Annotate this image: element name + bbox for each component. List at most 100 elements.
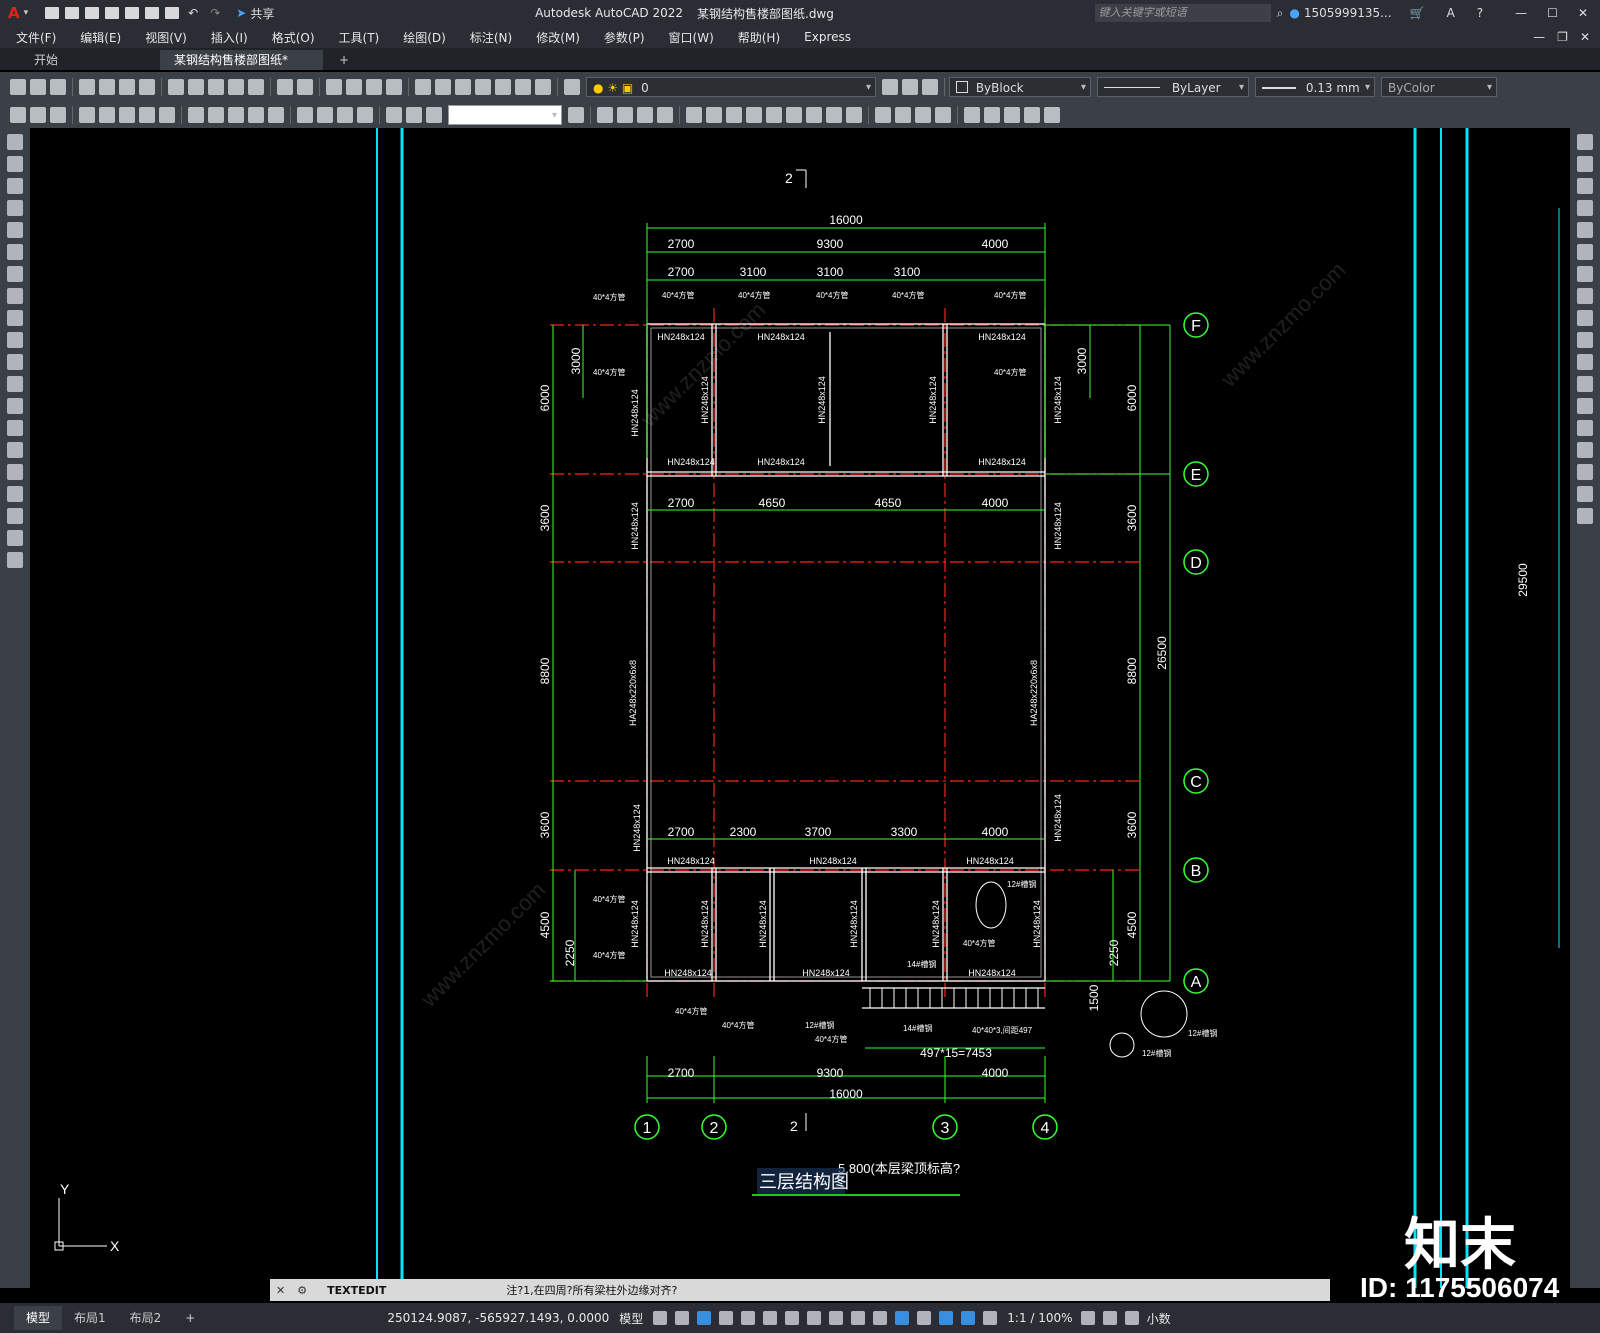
make-block-icon[interactable] xyxy=(7,398,23,414)
menu-draw[interactable]: 绘图(D) xyxy=(391,29,458,46)
save-as-icon[interactable] xyxy=(105,7,120,19)
menu-help[interactable]: 帮助(H) xyxy=(726,29,792,46)
join-icon[interactable] xyxy=(1577,420,1593,436)
diameter-dim-icon[interactable] xyxy=(139,107,155,123)
jogged-dim-icon[interactable] xyxy=(119,107,135,123)
menu-file[interactable]: 文件(F) xyxy=(0,29,68,46)
hatch-back-icon[interactable] xyxy=(1044,107,1060,123)
color-dropdown[interactable]: ByBlock xyxy=(949,77,1091,98)
layout-tab-2[interactable]: 布局2 xyxy=(118,1306,174,1330)
doc-minimize-icon[interactable]: — xyxy=(1533,30,1545,44)
zoom-window-icon[interactable] xyxy=(366,79,382,95)
open-icon[interactable] xyxy=(30,79,46,95)
web-open-icon[interactable] xyxy=(125,7,140,19)
sheet-set-icon[interactable] xyxy=(475,79,491,95)
search-icon[interactable]: ⌕ xyxy=(1277,6,1284,21)
menu-edit[interactable]: 编辑(E) xyxy=(68,29,133,46)
zoom-realtime-icon[interactable] xyxy=(346,79,362,95)
lineweight-icon[interactable] xyxy=(807,1311,822,1325)
stretch-icon[interactable] xyxy=(1577,310,1593,326)
blend-curves-icon[interactable] xyxy=(1577,486,1593,502)
array-icon[interactable] xyxy=(1577,222,1593,238)
fillet-icon[interactable] xyxy=(1577,464,1593,480)
center-mark-icon[interactable] xyxy=(317,107,333,123)
close-icon[interactable]: ✕ xyxy=(1578,6,1588,20)
share-button[interactable]: 共享 xyxy=(250,5,274,22)
menu-window[interactable]: 窗口(W) xyxy=(657,29,726,46)
help-icon[interactable]: ? xyxy=(1477,6,1483,20)
3d-dwf-icon[interactable] xyxy=(139,79,155,95)
plot-icon[interactable] xyxy=(79,79,95,95)
doc-restore-icon[interactable]: ❐ xyxy=(1557,30,1568,44)
open-file-icon[interactable] xyxy=(65,7,80,19)
dim-space-icon[interactable] xyxy=(248,107,264,123)
tolerance-icon[interactable] xyxy=(297,107,313,123)
model-space-toggle[interactable]: 模型 xyxy=(619,1310,643,1327)
menu-view[interactable]: 视图(V) xyxy=(133,29,199,46)
modify-offset-icon[interactable] xyxy=(657,107,673,123)
quickcalc-icon[interactable] xyxy=(515,79,531,95)
linetype-dropdown[interactable]: ByLayer xyxy=(1097,77,1249,98)
object-snap-tracking-icon[interactable] xyxy=(763,1311,778,1325)
redo-icon[interactable]: ↷ xyxy=(210,6,220,20)
ordinate-dim-icon[interactable] xyxy=(79,107,95,123)
modify-move-icon[interactable] xyxy=(706,107,722,123)
maximize-icon[interactable]: ☐ xyxy=(1547,6,1558,20)
design-center-icon[interactable] xyxy=(435,79,451,95)
modify-copy-icon[interactable] xyxy=(617,107,633,123)
share-icon[interactable]: ➤ xyxy=(236,6,246,20)
explode-icon[interactable] xyxy=(1577,508,1593,524)
modify-mirror-icon[interactable] xyxy=(637,107,653,123)
match-properties-icon[interactable] xyxy=(228,79,244,95)
add-layout-button[interactable]: + xyxy=(173,1306,207,1330)
erase-icon[interactable] xyxy=(1577,134,1593,150)
modify-array-icon[interactable] xyxy=(686,107,702,123)
dynamic-ucs-icon[interactable] xyxy=(895,1311,910,1325)
snap-mode-icon[interactable] xyxy=(675,1311,690,1325)
coordinates-readout[interactable]: 250124.9087, -565927.1493, 0.0000 xyxy=(387,1311,609,1325)
layout-tab-1[interactable]: 布局1 xyxy=(62,1306,118,1330)
move-icon[interactable] xyxy=(1577,244,1593,260)
modify-chamfer-icon[interactable] xyxy=(875,107,891,123)
search-input[interactable]: 键入关键字或短语 xyxy=(1094,4,1271,22)
drawing-title[interactable]: 三层结构图 xyxy=(759,1172,849,1192)
new-file-icon[interactable] xyxy=(45,7,60,19)
offset-icon[interactable] xyxy=(1577,200,1593,216)
dim-style-icon[interactable] xyxy=(568,107,584,123)
baseline-dim-icon[interactable] xyxy=(208,107,224,123)
plot-preview-icon[interactable] xyxy=(99,79,115,95)
menu-express[interactable]: Express xyxy=(792,30,863,44)
revision-cloud-icon[interactable] xyxy=(7,288,23,304)
continue-dim-icon[interactable] xyxy=(228,107,244,123)
cart-icon[interactable]: 🛒 xyxy=(1410,6,1425,20)
ellipse-icon[interactable] xyxy=(7,332,23,348)
modify-extend-icon[interactable] xyxy=(806,107,822,123)
new-tab-button[interactable]: + xyxy=(325,50,363,70)
modify-scale-icon[interactable] xyxy=(746,107,762,123)
publish-icon[interactable] xyxy=(119,79,135,95)
modify-trim-icon[interactable] xyxy=(786,107,802,123)
tool-palettes-icon[interactable] xyxy=(455,79,471,95)
ellipse-arc-icon[interactable] xyxy=(7,354,23,370)
workspace-gear-icon[interactable] xyxy=(1080,1311,1095,1325)
pan-icon[interactable] xyxy=(326,79,342,95)
auto-scale-icon[interactable] xyxy=(983,1311,998,1325)
minimize-icon[interactable]: — xyxy=(1515,6,1527,20)
isometric-icon[interactable] xyxy=(741,1311,756,1325)
doc-close-icon[interactable]: ✕ xyxy=(1580,30,1590,44)
polar-tracking-icon[interactable] xyxy=(719,1311,734,1325)
inspection-icon[interactable] xyxy=(337,107,353,123)
rectangle-icon[interactable] xyxy=(7,222,23,238)
mirror-icon[interactable] xyxy=(1577,178,1593,194)
menu-tools[interactable]: 工具(T) xyxy=(327,29,392,46)
tab-start[interactable]: 开始 xyxy=(0,50,158,70)
break-icon[interactable] xyxy=(1577,398,1593,414)
polyline-icon[interactable] xyxy=(7,178,23,194)
layer-properties-icon[interactable] xyxy=(564,79,580,95)
zoom-previous-icon[interactable] xyxy=(386,79,402,95)
rotate-icon[interactable] xyxy=(1577,266,1593,282)
modify-blend-icon[interactable] xyxy=(915,107,931,123)
linear-dim-icon[interactable] xyxy=(10,107,26,123)
chamfer-icon[interactable] xyxy=(1577,442,1593,458)
cut-icon[interactable] xyxy=(168,79,184,95)
